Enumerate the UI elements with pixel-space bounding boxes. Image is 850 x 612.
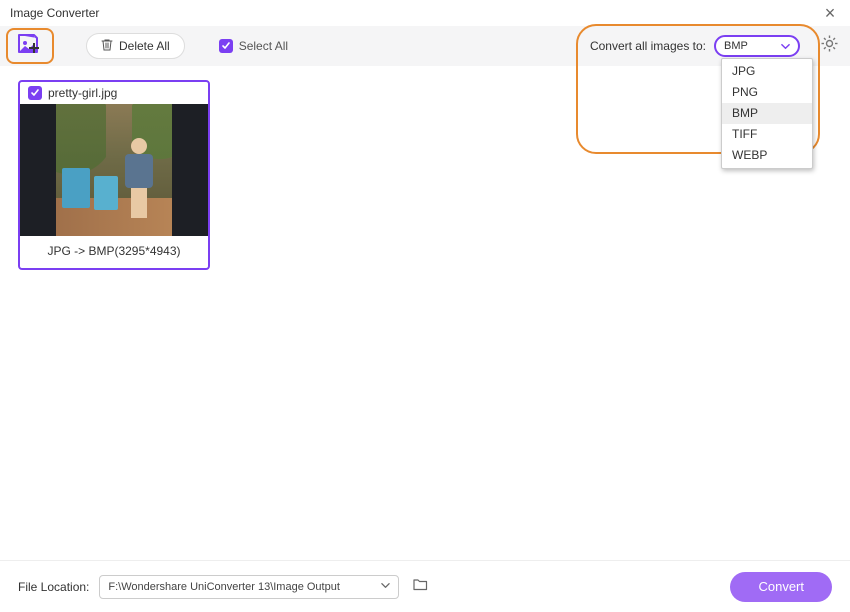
file-location-value: F:\Wondershare UniConverter 13\Image Out… (108, 581, 340, 593)
format-select-value: BMP (724, 40, 748, 52)
select-all-checkbox[interactable]: Select All (219, 39, 288, 53)
format-option-webp[interactable]: WEBP (722, 145, 812, 166)
delete-all-button[interactable]: Delete All (86, 33, 185, 59)
format-dropdown[interactable]: JPG PNG BMP TIFF WEBP (721, 58, 813, 169)
footer: File Location: F:\Wondershare UniConvert… (0, 560, 850, 612)
convert-to-group: Convert all images to: BMP (590, 35, 800, 57)
chevron-down-icon (381, 581, 390, 593)
thumbnail-card[interactable]: pretty-girl.jpg JPG -> BMP(3295*4943) (18, 80, 210, 270)
convert-button-label: Convert (758, 579, 804, 594)
file-location-select[interactable]: F:\Wondershare UniConverter 13\Image Out… (99, 575, 399, 599)
settings-button[interactable] (818, 35, 840, 57)
photo-placeholder (56, 104, 172, 236)
thumbnail-caption: JPG -> BMP(3295*4943) (20, 236, 208, 268)
format-option-bmp[interactable]: BMP (722, 103, 812, 124)
format-option-jpg[interactable]: JPG (722, 61, 812, 82)
file-location-label: File Location: (18, 580, 89, 594)
format-select[interactable]: BMP (714, 35, 800, 57)
format-option-tiff[interactable]: TIFF (722, 124, 812, 145)
convert-to-label: Convert all images to: (590, 39, 706, 53)
thumbnail-header: pretty-girl.jpg (20, 82, 208, 104)
open-folder-button[interactable] (409, 576, 431, 598)
folder-icon (413, 577, 428, 596)
format-option-png[interactable]: PNG (722, 82, 812, 103)
chevron-down-icon (781, 42, 790, 51)
title-bar: Image Converter × (0, 0, 850, 26)
thumbnail-checkbox[interactable] (28, 86, 42, 100)
add-image-button[interactable] (10, 31, 48, 61)
close-button[interactable]: × (820, 3, 840, 24)
thumbnail-filename: pretty-girl.jpg (48, 86, 117, 100)
trash-icon (101, 38, 113, 54)
window-title: Image Converter (10, 6, 99, 20)
delete-all-label: Delete All (119, 39, 170, 53)
select-all-label: Select All (239, 39, 288, 53)
gear-icon (821, 35, 838, 57)
add-image-icon (16, 32, 42, 61)
convert-button[interactable]: Convert (730, 572, 832, 602)
thumbnail-image (20, 104, 208, 236)
checkbox-checked-icon (219, 39, 233, 53)
